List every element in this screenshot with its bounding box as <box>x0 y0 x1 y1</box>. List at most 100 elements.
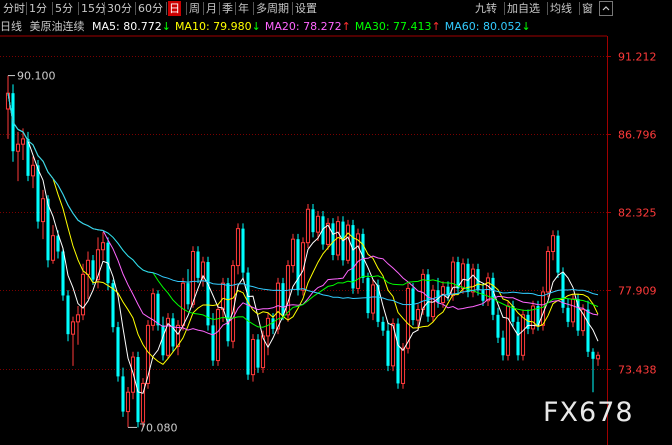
candle-body <box>20 138 26 145</box>
candle-body <box>381 321 385 331</box>
candle <box>351 219 355 294</box>
candle-body <box>586 309 590 352</box>
candle <box>121 367 125 417</box>
candle-body <box>570 298 576 323</box>
candle-body <box>36 165 40 222</box>
price-tick-label: 86.796 <box>618 129 657 142</box>
candle <box>171 313 175 352</box>
candle <box>305 203 311 248</box>
candle <box>140 378 146 428</box>
candle <box>30 156 36 189</box>
candle <box>206 256 210 331</box>
candle <box>186 269 190 310</box>
candle-body <box>296 239 300 291</box>
candle <box>200 256 206 287</box>
candle <box>311 203 315 238</box>
candle-body <box>66 295 70 335</box>
candle <box>66 290 70 342</box>
candle-body <box>520 314 526 356</box>
candle-body <box>311 209 315 233</box>
candle-body <box>491 277 495 315</box>
candle-body <box>290 238 296 267</box>
candle <box>241 223 245 278</box>
candle-body <box>171 318 175 347</box>
candle-body <box>61 251 65 296</box>
candle-body <box>256 339 260 368</box>
candle-body <box>595 354 601 360</box>
candle-body <box>190 250 196 305</box>
candle-body <box>591 351 595 359</box>
candle-body <box>235 228 241 267</box>
candle-body <box>206 262 210 326</box>
candle-body <box>211 325 215 361</box>
candle-body <box>566 307 570 322</box>
candle-body <box>386 330 390 366</box>
candle <box>196 246 200 284</box>
candle <box>40 189 46 240</box>
candle-body <box>220 282 226 311</box>
candle-body <box>50 235 56 261</box>
candle-body <box>331 223 335 256</box>
candle <box>545 246 551 298</box>
candle-body <box>125 391 131 413</box>
candle <box>75 306 81 345</box>
candle-body <box>75 314 81 323</box>
high-price-label: 90.100 <box>17 70 56 83</box>
candle <box>366 272 370 319</box>
candle-body <box>470 268 476 293</box>
candle-body <box>501 337 505 356</box>
candle <box>165 313 171 359</box>
candle-body <box>366 277 370 314</box>
candle-body <box>215 309 221 362</box>
candle <box>290 233 296 273</box>
candle-body <box>15 143 21 152</box>
candle <box>246 267 250 380</box>
candle <box>505 300 511 361</box>
candle <box>15 131 21 182</box>
candle <box>496 307 500 343</box>
candle <box>566 298 570 328</box>
candle-body <box>396 323 400 384</box>
low-price-label: 70.080 <box>139 421 178 434</box>
candle-body <box>30 164 36 177</box>
candle <box>370 279 376 321</box>
candle <box>95 237 101 289</box>
candle <box>150 288 156 331</box>
candle <box>491 272 495 321</box>
candle-body <box>516 321 520 356</box>
candle <box>5 75 11 139</box>
candle <box>345 219 351 264</box>
candle <box>550 230 556 261</box>
candle-body <box>460 263 466 289</box>
candle <box>100 232 106 261</box>
candle <box>325 218 331 250</box>
candle <box>226 277 230 347</box>
candle-body <box>545 250 551 293</box>
candle-body <box>265 317 271 337</box>
candle-body <box>241 228 245 273</box>
candle-body <box>250 338 256 376</box>
candle-body <box>230 265 236 342</box>
candle <box>530 300 536 335</box>
candle-body <box>91 260 95 280</box>
candle <box>256 334 260 373</box>
candle-body <box>550 235 556 252</box>
candle-body <box>226 283 230 342</box>
candle <box>591 348 595 393</box>
candle <box>586 300 590 358</box>
candle-body <box>505 305 511 356</box>
candle <box>211 313 215 366</box>
price-tick-label: 82.325 <box>618 207 657 220</box>
candle-body <box>121 376 125 412</box>
candle-body <box>40 198 46 223</box>
candle <box>331 218 335 261</box>
price-tick-label: 91.212 <box>618 51 657 64</box>
candle <box>116 321 120 382</box>
candle <box>265 313 271 356</box>
candle-body <box>481 290 485 301</box>
candle-body <box>85 259 91 275</box>
candle-body <box>116 327 120 377</box>
candle <box>430 284 436 322</box>
candle-body <box>186 283 190 305</box>
candle-body <box>100 242 106 251</box>
